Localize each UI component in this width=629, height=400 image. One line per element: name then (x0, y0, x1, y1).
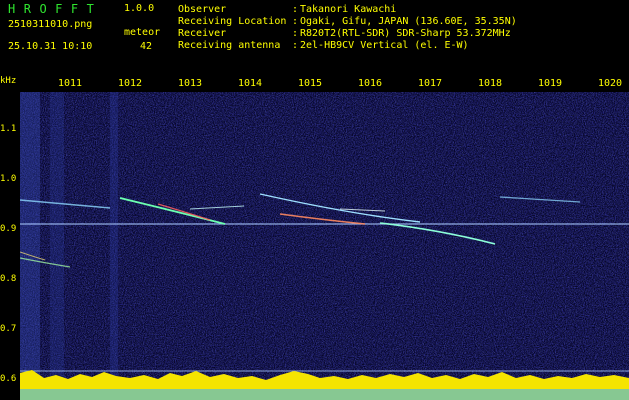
x-tick-label: 1011 (58, 78, 83, 89)
y-tick-label: 0.7 (0, 324, 17, 334)
frequency-axis: kHz 1011 1012 1013 1014 1015 1016 1017 1… (0, 76, 629, 92)
info-value-location: Ogaki, Gifu, JAPAN (136.60E, 35.35N) (300, 16, 517, 27)
y-tick-label: 1.1 (0, 124, 17, 134)
info-key-observer: Observer (178, 4, 227, 15)
info-value-observer: Takanori Kawachi (300, 4, 397, 15)
x-tick-label: 1020 (598, 78, 623, 89)
spectrogram (20, 92, 629, 400)
meteor-count: 42 (140, 41, 153, 52)
info-key-antenna: Receiving antenna (178, 40, 281, 51)
signal-baseline-band (20, 389, 629, 400)
x-tick-label: 1018 (478, 78, 503, 89)
y-tick-label: 1.0 (0, 174, 17, 184)
x-tick-label: 1015 (298, 78, 323, 89)
x-tick-label: 1013 (178, 78, 203, 89)
interference-band (110, 92, 118, 380)
app-version: 1.0.0 (124, 3, 155, 14)
info-value-receiver: R820T2(RTL-SDR) SDR-Sharp 53.372MHz (300, 28, 511, 39)
info-colon: : (292, 28, 299, 39)
x-tick-label: 1019 (538, 78, 563, 89)
interference-band (50, 92, 64, 380)
y-tick-label: 0.9 (0, 224, 17, 234)
info-colon: : (292, 16, 299, 27)
file-name: 2510311010.png (8, 19, 93, 30)
x-tick-label: 1014 (238, 78, 263, 89)
info-colon: : (292, 4, 299, 15)
header-panel: HROFFT 1.0.0 2510311010.png 25.10.31 10:… (0, 0, 629, 78)
offset-axis: 1.1 1.0 0.9 0.8 0.7 0.6 (0, 78, 20, 400)
info-key-location: Receiving Location (178, 16, 287, 27)
y-tick-label: 0.6 (0, 374, 17, 384)
app-title: HROFFT (8, 2, 103, 16)
date-time: 25.10.31 10:10 (8, 41, 93, 52)
x-tick-label: 1012 (118, 78, 143, 89)
info-value-antenna: 2el-HB9CV Vertical (el. E-W) (300, 40, 469, 51)
info-key-receiver: Receiver (178, 28, 227, 39)
x-tick-label: 1017 (418, 78, 443, 89)
y-tick-label: 0.8 (0, 274, 17, 284)
meteor-label: meteor (124, 27, 161, 38)
info-colon: : (292, 40, 299, 51)
interference-band (20, 92, 40, 380)
x-tick-label: 1016 (358, 78, 383, 89)
